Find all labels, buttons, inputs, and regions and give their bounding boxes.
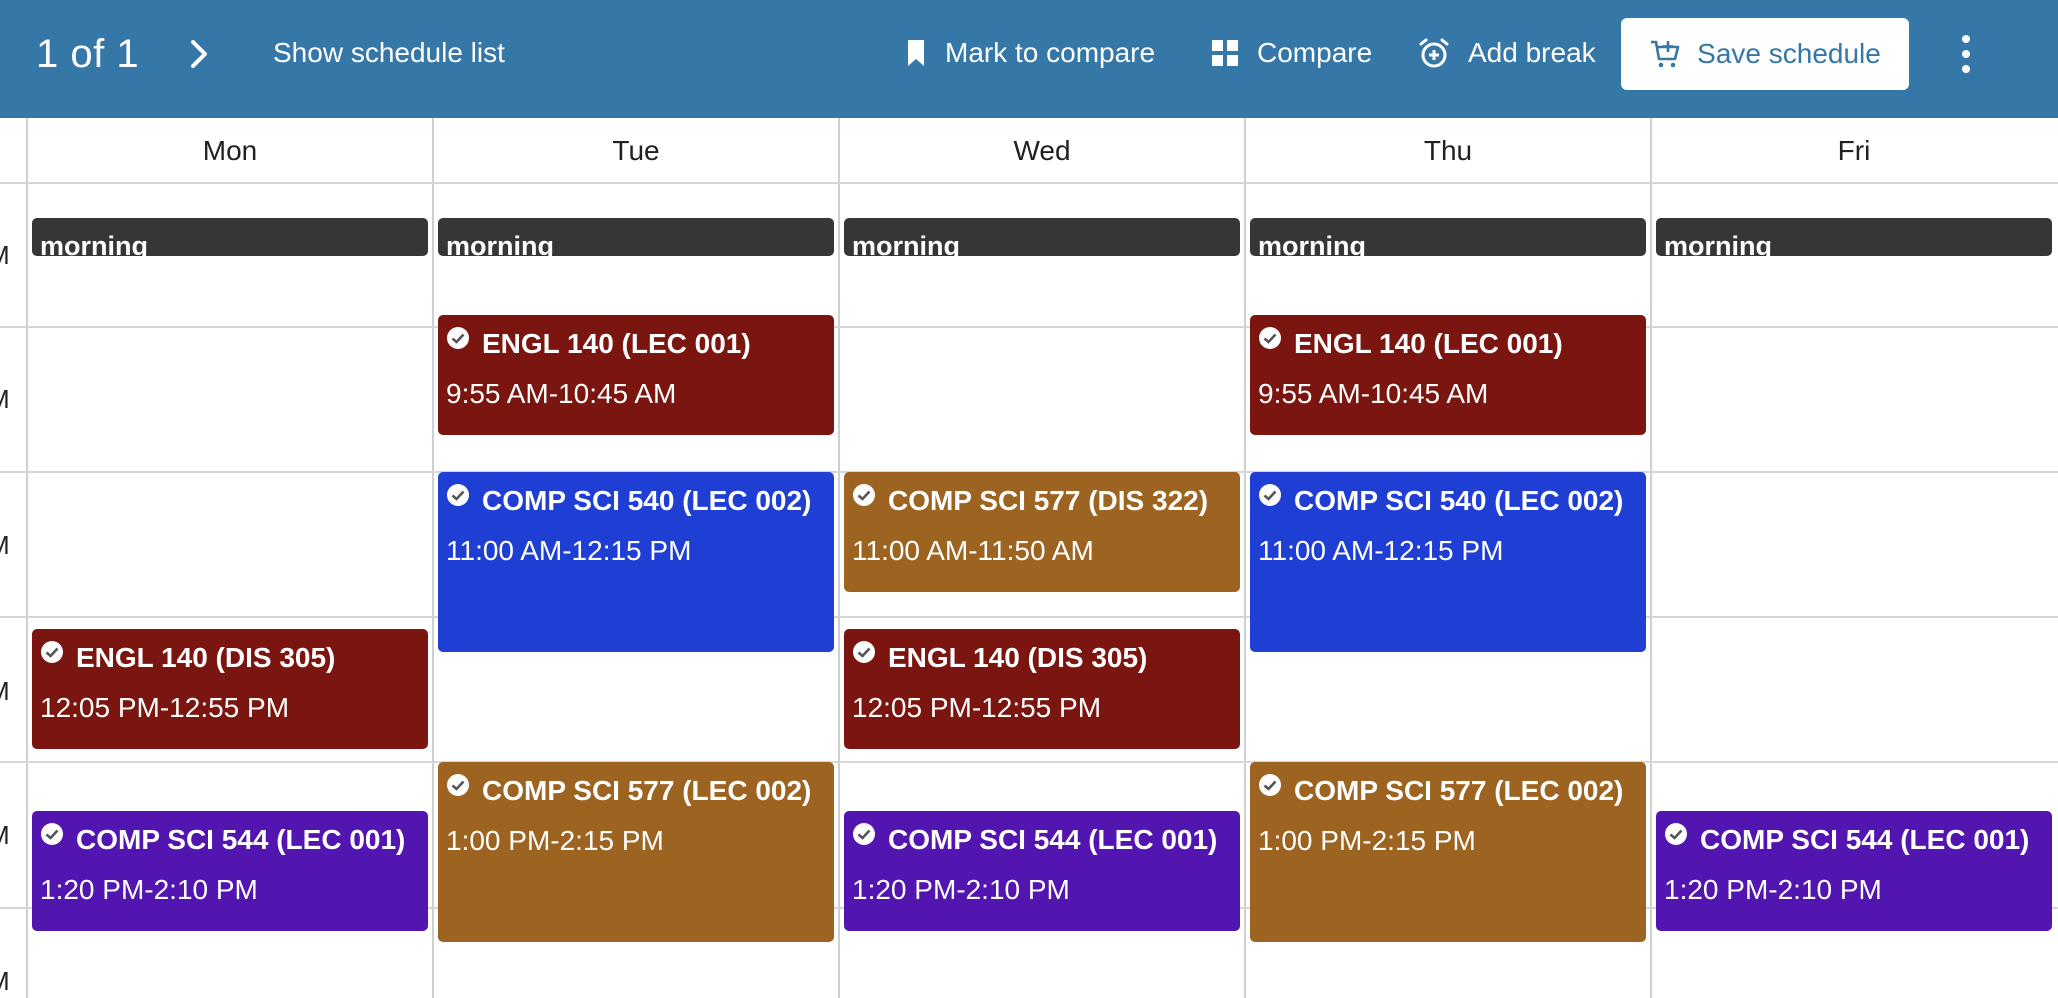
chevron-right-icon[interactable] [184,36,214,72]
day-header-mon: Mon [202,135,258,166]
grid-icon [1212,40,1238,66]
alarm-add-icon [1419,38,1449,68]
add-break-label: Add break [1468,37,1596,68]
grid-line [1244,118,1246,998]
break-block-fri[interactable]: morning [1656,218,2052,256]
course-event[interactable]: ENGL 140 (LEC 001) 9:55 AM-10:45 AM [438,315,834,435]
schedule-counter: 1 of 1 [36,32,140,76]
course-title: COMP SCI 540 (LEC 002) [482,485,812,516]
course-title: COMP SCI 577 (LEC 002) [482,775,812,806]
course-event[interactable]: COMP SCI 577 (LEC 002) 1:00 PM-2:15 PM [1250,762,1646,942]
check-circle-icon [853,641,875,663]
course-time: 1:20 PM-2:10 PM [1664,874,1882,905]
course-event[interactable]: ENGL 140 (DIS 305) 12:05 PM-12:55 PM [844,629,1240,749]
course-event[interactable]: COMP SCI 544 (LEC 001) 1:20 PM-2:10 PM [844,811,1240,931]
course-time: 1:20 PM-2:10 PM [852,874,1070,905]
compare-label: Compare [1257,37,1373,68]
grid-line [0,761,2058,763]
save-schedule-button[interactable]: Save schedule [1621,18,1909,90]
time-label: M [0,676,12,707]
break-block-tue[interactable]: morning [438,218,834,256]
course-title: COMP SCI 544 (LEC 001) [888,824,1218,855]
course-title: COMP SCI 544 (LEC 001) [1700,824,2030,855]
break-block-wed[interactable]: morning [844,218,1240,256]
check-circle-icon [1259,327,1281,349]
check-circle-icon [447,774,469,796]
weekly-calendar-grid: Mon Tue Wed Thu Fri M M M M M M morning … [0,118,2058,998]
course-event[interactable]: COMP SCI 544 (LEC 001) 1:20 PM-2:10 PM [32,811,428,931]
course-event[interactable]: COMP SCI 577 (LEC 002) 1:00 PM-2:15 PM [438,762,834,942]
check-circle-icon [447,484,469,506]
check-circle-icon [853,484,875,506]
course-time: 1:00 PM-2:15 PM [446,825,664,856]
check-circle-icon [1259,774,1281,796]
time-label: M [0,240,12,271]
grid-line [1650,118,1652,998]
check-circle-icon [1259,484,1281,506]
toolbar: 1 of 1 Show schedule list Mark to compar… [0,0,2058,118]
course-event[interactable]: ENGL 140 (DIS 305) 12:05 PM-12:55 PM [32,629,428,749]
break-block-thu[interactable]: morning [1250,218,1646,256]
course-title: ENGL 140 (DIS 305) [888,642,1148,673]
course-title: ENGL 140 (LEC 001) [1294,328,1563,359]
show-schedule-list-label: Show schedule list [273,37,505,68]
check-circle-icon [1665,823,1687,845]
compare-button[interactable]: Compare [1211,0,1372,106]
course-title: ENGL 140 (DIS 305) [76,642,336,673]
show-schedule-list-button[interactable]: Show schedule list [273,0,505,106]
check-circle-icon [853,823,875,845]
course-event[interactable]: ENGL 140 (LEC 001) 9:55 AM-10:45 AM [1250,315,1646,435]
bookmark-icon [908,40,924,66]
break-block-mon[interactable]: morning [32,218,428,256]
grid-line [432,118,434,998]
course-title: COMP SCI 540 (LEC 002) [1294,485,1624,516]
course-title: COMP SCI 544 (LEC 001) [76,824,406,855]
course-time: 11:00 AM-12:15 PM [446,535,692,566]
check-circle-icon [447,327,469,349]
more-vertical-icon[interactable] [1954,32,1978,76]
course-title: COMP SCI 577 (LEC 002) [1294,775,1624,806]
time-label: M [0,530,12,561]
mark-to-compare-label: Mark to compare [945,37,1156,68]
course-time: 11:00 AM-12:15 PM [1258,535,1504,566]
grid-line [0,326,2058,328]
course-title: COMP SCI 577 (DIS 322) [888,485,1209,516]
grid-line [838,118,840,998]
grid-line [26,118,28,998]
course-title: ENGL 140 (LEC 001) [482,328,751,359]
course-time: 1:20 PM-2:10 PM [40,874,258,905]
course-time: 12:05 PM-12:55 PM [852,692,1102,723]
day-header-fri: Fri [1837,135,1871,166]
cart-add-icon [1651,40,1680,68]
save-schedule-label: Save schedule [1697,38,1881,69]
check-circle-icon [41,641,63,663]
check-circle-icon [41,823,63,845]
course-time: 9:55 AM-10:45 AM [1258,378,1489,409]
day-header-wed: Wed [1013,135,1071,166]
time-label: M [0,966,12,997]
time-label: M [0,820,12,851]
mark-to-compare-button[interactable]: Mark to compare [905,0,1155,106]
course-event[interactable]: COMP SCI 540 (LEC 002) 11:00 AM-12:15 PM [1250,472,1646,652]
course-time: 12:05 PM-12:55 PM [40,692,290,723]
day-header-tue: Tue [612,135,660,166]
day-header-thu: Thu [1423,135,1473,166]
course-event[interactable]: COMP SCI 540 (LEC 002) 11:00 AM-12:15 PM [438,472,834,652]
course-time: 9:55 AM-10:45 AM [446,378,677,409]
grid-line [0,616,2058,618]
time-label: M [0,384,12,415]
course-time: 11:00 AM-11:50 AM [852,535,1094,566]
course-event[interactable]: COMP SCI 544 (LEC 001) 1:20 PM-2:10 PM [1656,811,2052,931]
course-time: 1:00 PM-2:15 PM [1258,825,1476,856]
add-break-button[interactable]: Add break [1418,0,1596,106]
course-event[interactable]: COMP SCI 577 (DIS 322) 11:00 AM-11:50 AM [844,472,1240,592]
